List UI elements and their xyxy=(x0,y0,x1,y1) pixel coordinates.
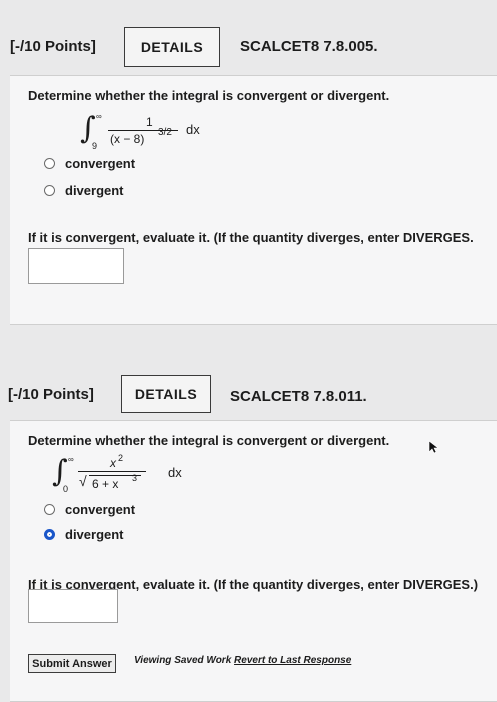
q2-details-button[interactable]: DETAILS xyxy=(121,375,211,413)
q1-radio-convergent[interactable] xyxy=(44,158,55,169)
q1-numerator: 1 xyxy=(146,115,153,129)
q1-option-convergent[interactable]: convergent xyxy=(44,156,135,171)
q1-question: Determine whether the integral is conver… xyxy=(28,88,390,103)
q1-option-label: divergent xyxy=(65,183,124,198)
sqrt-icon: √ xyxy=(79,473,87,489)
q2-dx: dx xyxy=(168,465,182,480)
integral-sign-icon: ∫ xyxy=(52,454,68,489)
q1-exponent: 3/2 xyxy=(158,127,172,138)
saved-work-note: Viewing Saved Work Revert to Last Respon… xyxy=(134,655,351,666)
q2-numerator-exp: 2 xyxy=(118,453,124,463)
q2-code: SCALCET8 7.8.011. xyxy=(230,388,367,405)
q1-code: SCALCET8 7.8.005. xyxy=(240,38,378,55)
q2-question: Determine whether the integral is conver… xyxy=(28,433,390,448)
q2-answer-input[interactable] xyxy=(28,589,118,623)
q1-answer-input[interactable] xyxy=(28,248,124,284)
q2-panel: Determine whether the integral is conver… xyxy=(10,420,497,702)
q2-points: [-/10 Points] xyxy=(8,386,94,403)
q2-option-label: convergent xyxy=(65,502,136,517)
q1-panel: Determine whether the integral is conver… xyxy=(10,75,497,325)
revert-link[interactable]: Revert to Last Response xyxy=(234,655,351,666)
q1-points: [-/10 Points] xyxy=(10,38,96,55)
q1-dx: dx xyxy=(186,122,200,137)
q2-upper-limit: ∞ xyxy=(68,455,74,464)
q1-details-button[interactable]: DETAILS xyxy=(124,27,220,67)
q1-upper-limit: ∞ xyxy=(96,112,102,121)
q2-integral: ∫ ∞ 0 x 2 √ 6 + x 3 dx xyxy=(52,453,212,497)
saved-work-label: Viewing Saved Work xyxy=(134,655,232,666)
q2-radio-divergent-selected[interactable] xyxy=(44,529,55,540)
q1-integral: ∫ ∞ 9 1 (x − 8) 3/2 dx xyxy=(80,112,220,152)
q1-denominator: (x − 8) xyxy=(110,132,145,146)
mouse-cursor-icon xyxy=(428,440,439,454)
integral-sign-icon: ∫ xyxy=(80,111,96,146)
q1-radio-divergent[interactable] xyxy=(44,185,55,196)
q2-radicand-exp: 3 xyxy=(132,473,138,483)
q1-lower-limit: 9 xyxy=(92,141,98,151)
q2-option-label: divergent xyxy=(65,527,124,542)
submit-answer-button[interactable]: Submit Answer xyxy=(28,654,116,673)
q1-option-divergent[interactable]: divergent xyxy=(44,183,124,198)
q2-option-convergent[interactable]: convergent xyxy=(44,502,135,517)
q2-lower-limit: 0 xyxy=(63,484,69,494)
q2-radicand: 6 + x xyxy=(92,477,119,491)
q2-numerator: x xyxy=(110,456,116,470)
q1-evaluate-prompt: If it is convergent, evaluate it. (If th… xyxy=(28,230,474,245)
q2-option-divergent[interactable]: divergent xyxy=(44,527,124,542)
q2-radio-convergent[interactable] xyxy=(44,504,55,515)
q1-option-label: convergent xyxy=(65,156,136,171)
